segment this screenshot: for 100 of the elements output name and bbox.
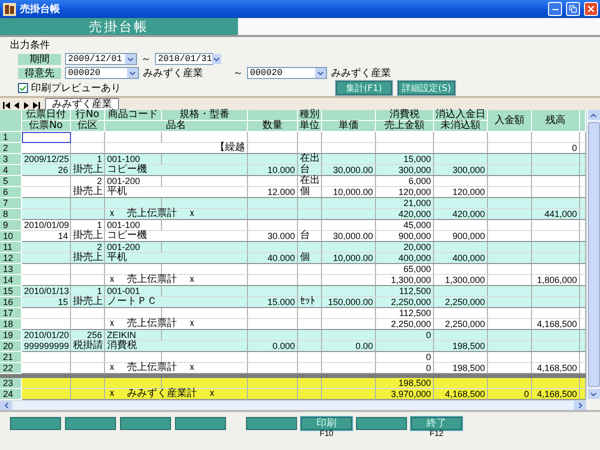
table-cell: 在出 [298, 176, 322, 187]
dropdown-icon [315, 68, 326, 78]
previous-sheet-icon[interactable] [12, 100, 21, 110]
table-cell: 20,000 [376, 242, 434, 253]
scroll-up-icon[interactable] [588, 110, 600, 120]
close-button[interactable] [584, 2, 598, 16]
table-cell: 平机 [105, 187, 248, 198]
table-cell: 在出 [298, 154, 322, 165]
table-cell: 2010/01/13 [22, 286, 71, 297]
table-cell: 0 [376, 352, 434, 363]
table-cell: 2 [71, 176, 105, 187]
table-cell: 15,000 [376, 154, 434, 165]
preview-checkbox[interactable] [18, 83, 28, 93]
table-cell: 4,168,500 [434, 389, 488, 400]
column-header: 消費税 [376, 110, 434, 121]
table-cell: 900,000 [434, 231, 488, 242]
customer-name: みみずく産業 [143, 66, 204, 80]
table-cell: 1 [71, 154, 105, 165]
restore-button[interactable] [566, 2, 580, 16]
table-cell: 001-001 [105, 286, 162, 297]
table-cell: 2010/01/20 [22, 330, 71, 341]
table-cell: 掛売上 [71, 165, 105, 176]
table-cell: 112,500 [376, 286, 434, 297]
banner-title: 売掛台帳 [0, 18, 238, 35]
table-cell: 12.000 [248, 187, 298, 198]
header-cell [322, 110, 376, 121]
table-cell: 個 [298, 187, 322, 198]
table-cell: 45,000 [376, 220, 434, 231]
table-cell: 420,000 [434, 209, 488, 220]
table-cell: 441,000 [532, 209, 580, 220]
function-key-label: F12 [430, 430, 444, 438]
table-cell: ｘ 売上伝票計 ｘ [105, 363, 248, 374]
table-cell: 2,250,000 [376, 319, 434, 330]
table-cell: 198,500 [434, 363, 488, 374]
table-cell: 198,500 [376, 378, 434, 389]
table-cell: 2010/01/09 [22, 220, 71, 231]
table-cell: 112,500 [376, 308, 434, 319]
table-cell: 掛売上 [71, 253, 105, 264]
table-cell: コピー機 [105, 231, 248, 242]
row-number: 4 [0, 165, 22, 176]
table-cell: 1,300,000 [434, 275, 488, 286]
scroll-down-icon[interactable] [588, 389, 600, 399]
row-number: 13 [0, 264, 22, 275]
next-sheet-icon[interactable] [22, 100, 31, 110]
table-cell: 26 [22, 165, 71, 176]
row-number: 17 [0, 308, 22, 319]
table-cell: ｘ みみずく産業計 ｘ [105, 389, 248, 400]
table-cell: 001-100 [105, 154, 162, 165]
table-cell: 420,000 [376, 209, 434, 220]
table-cell: 300,000 [376, 165, 434, 176]
table-cell: 掛売上 [71, 231, 105, 242]
column-header: 消込入金日 [434, 110, 488, 121]
row-number: 12 [0, 253, 22, 264]
date-dropdown[interactable]: 2009/12/01 [65, 53, 137, 65]
row-number: 8 [0, 209, 22, 220]
table-cell: 256 [71, 330, 105, 341]
table-cell: 400,000 [434, 253, 488, 264]
table-cell: 15.000 [248, 297, 298, 308]
range-separator: ～ [233, 67, 243, 80]
row-number: 10 [0, 231, 22, 242]
field-label: 期間 [18, 54, 61, 64]
horizontal-scrollbar[interactable] [0, 400, 586, 410]
row-number: 1 [0, 132, 22, 143]
window-title: 売掛台帳 [20, 2, 61, 16]
last-sheet-icon[interactable] [32, 100, 41, 110]
vertical-scrollbar[interactable] [586, 110, 600, 399]
table-cell: 10.000 [248, 165, 298, 176]
table-cell: 台 [298, 165, 322, 176]
table-cell: 120,000 [434, 187, 488, 198]
column-header: 規格・型番 [162, 110, 248, 121]
table-cell: 2,250,000 [434, 297, 488, 308]
column-header: 入金額 [488, 110, 532, 132]
table-cell: 0.00 [322, 341, 376, 352]
table-cell: コピー機 [105, 165, 248, 176]
table-cell: ｾｯﾄ [298, 297, 322, 308]
sheet-tab[interactable]: みみずく産業 [45, 98, 119, 110]
column-header: 種別 [298, 110, 322, 121]
table-cell: 2009/12/25 [22, 154, 71, 165]
scroll-thumb[interactable] [588, 122, 600, 387]
table-cell: 10,000.00 [322, 253, 376, 264]
table-cell: 掛売上 [71, 187, 105, 198]
row-number: 15 [0, 286, 22, 297]
table-cell: 30.000 [248, 231, 298, 242]
minimize-button[interactable] [548, 2, 562, 16]
customer-dropdown[interactable]: 000020 [65, 67, 139, 79]
table-cell: 30,000.00 [322, 231, 376, 242]
row-number: 23 [0, 378, 22, 389]
scroll-left-icon[interactable] [0, 400, 12, 410]
scroll-right-icon[interactable] [574, 400, 586, 410]
table-cell: ｘ 売上伝票計 ｘ [105, 319, 248, 330]
table-cell: 3,970,000 [376, 389, 434, 400]
table-cell: 150,000.00 [322, 297, 376, 308]
table-cell: 4,168,500 [532, 389, 580, 400]
table-cell: 001-200 [105, 242, 162, 253]
table-cell: 30,000.00 [322, 165, 376, 176]
section-heading: 出力条件 [10, 40, 51, 51]
customer-dropdown[interactable]: 000020 [247, 67, 327, 79]
table-cell: 2 [71, 242, 105, 253]
table-cell: 15 [22, 297, 71, 308]
first-sheet-icon[interactable] [2, 100, 11, 110]
